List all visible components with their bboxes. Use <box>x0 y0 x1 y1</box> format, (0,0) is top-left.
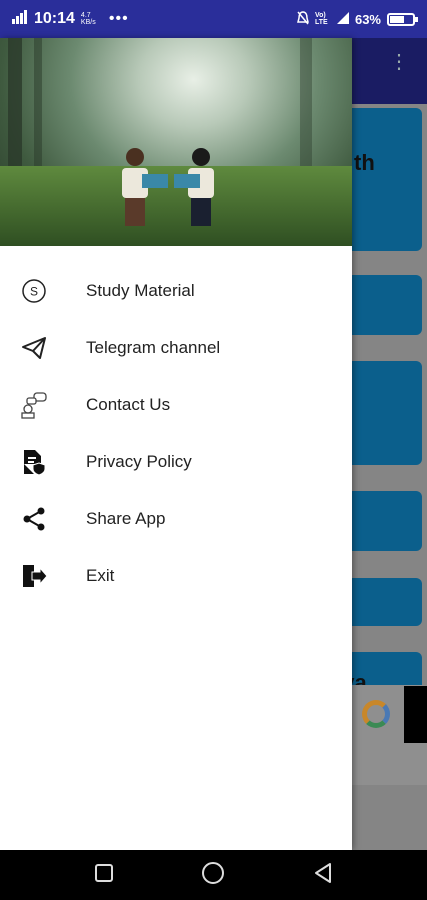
boy-figure <box>122 148 168 226</box>
more-notifications-icon: ••• <box>108 10 129 27</box>
navigation-drawer: S Study Material Telegram channel Contac… <box>0 38 352 850</box>
telegram-icon <box>20 334 48 362</box>
menu-item-study-material[interactable]: S Study Material <box>0 262 352 319</box>
ad-logo-icon <box>362 700 390 728</box>
cell-signal-icon <box>336 11 349 27</box>
battery-percent: 63% <box>354 11 381 27</box>
girl-figure <box>174 148 214 226</box>
network-type: Vo) LTE <box>314 12 328 26</box>
share-icon <box>20 505 48 533</box>
menu-item-telegram[interactable]: Telegram channel <box>0 319 352 376</box>
recents-button[interactable] <box>94 863 114 888</box>
menu-label: Exit <box>86 565 115 585</box>
svg-text:S: S <box>30 284 38 298</box>
menu-label: Contact Us <box>86 394 171 414</box>
clock: 10:14 <box>34 10 75 27</box>
menu-item-contact-us[interactable]: Contact Us <box>0 376 352 433</box>
menu-item-share-app[interactable]: Share App <box>0 490 352 547</box>
menu-item-exit[interactable]: Exit <box>0 547 352 604</box>
ad-button <box>404 686 427 743</box>
contact-icon <box>20 391 48 419</box>
menu-label: Study Material <box>86 280 195 300</box>
menu-label: Telegram channel <box>86 337 221 357</box>
signal-icon <box>12 10 28 28</box>
back-button[interactable] <box>313 862 333 889</box>
battery-icon <box>387 12 418 26</box>
silent-icon <box>297 10 309 28</box>
overflow-menu-icon[interactable]: ⋮ <box>389 52 409 72</box>
exit-icon <box>20 562 48 590</box>
home-button[interactable] <box>201 861 225 890</box>
status-bar: 10:14 4.7 KB/s ••• Vo) LTE 63% <box>0 0 427 38</box>
menu-item-privacy-policy[interactable]: Privacy Policy <box>0 433 352 490</box>
privacy-icon <box>20 448 48 476</box>
menu-label: Share App <box>86 508 166 528</box>
network-speed: 4.7 KB/s <box>80 12 96 26</box>
drawer-header-image <box>0 38 352 246</box>
s-circle-icon: S <box>20 277 48 305</box>
system-navigation-bar <box>0 850 427 900</box>
drawer-menu: S Study Material Telegram channel Contac… <box>0 246 352 604</box>
menu-label: Privacy Policy <box>86 451 192 471</box>
